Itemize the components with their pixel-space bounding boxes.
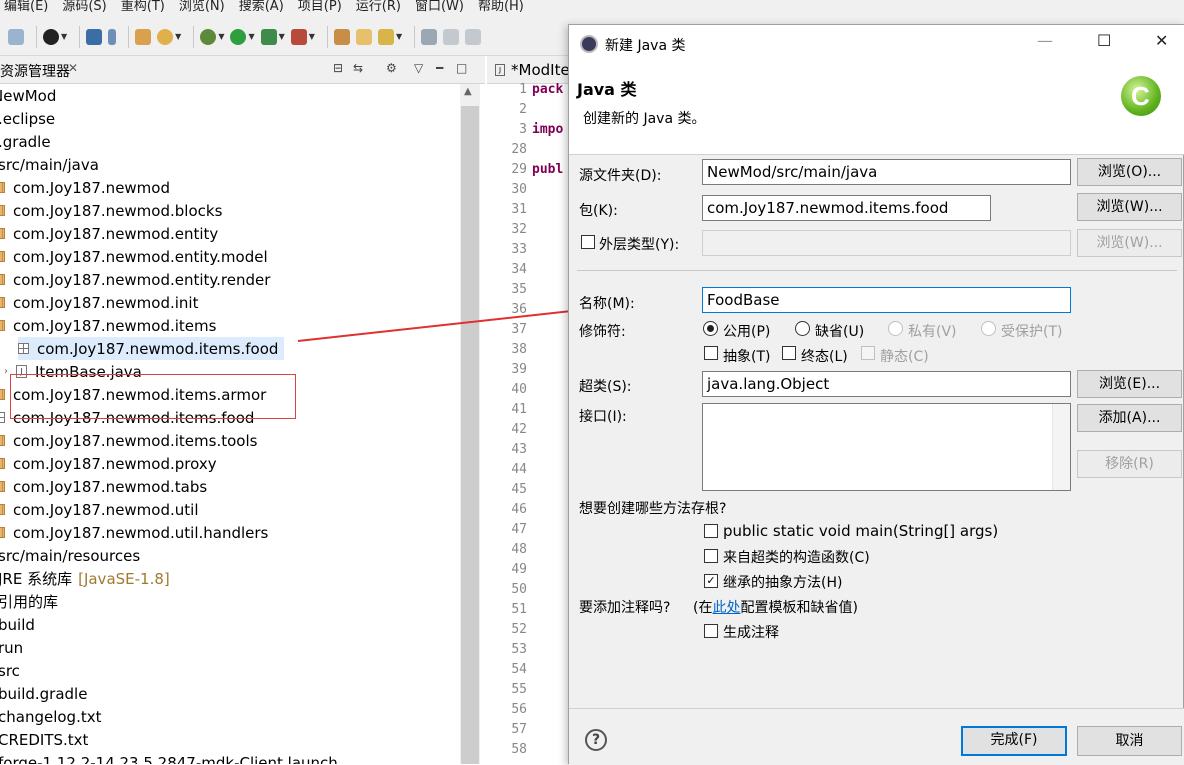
constructors-label: 来自超类的构造函数(C) xyxy=(723,550,870,566)
cancel-button[interactable]: 取消 xyxy=(1077,726,1182,756)
comments-hint-post: 配置模板和缺省值) xyxy=(740,600,858,616)
generate-comments-checkbox[interactable] xyxy=(704,624,718,638)
enclosing-type-input[interactable] xyxy=(702,230,1071,256)
browse-superclass-button[interactable]: 浏览(E)... xyxy=(1077,370,1182,398)
protected-label: 受保护(T) xyxy=(1001,324,1063,340)
inherited-methods-label: 继承的抽象方法(H) xyxy=(723,575,843,591)
stubs-question: 想要创建哪些方法存根? xyxy=(579,501,727,517)
public-radio[interactable] xyxy=(703,321,718,336)
dialog-button-bar: ? 完成(F) 取消 xyxy=(569,708,1184,765)
private-label: 私有(V) xyxy=(908,324,957,340)
source-folder-input[interactable]: NewMod/src/main/java xyxy=(702,159,1071,185)
add-interface-button[interactable]: 添加(A)... xyxy=(1077,404,1182,432)
browse-package-button[interactable]: 浏览(W)... xyxy=(1077,193,1182,221)
comments-hint: (在此处配置模板和缺省值) xyxy=(693,597,858,617)
banner-description: 创建新的 Java 类。 xyxy=(583,111,706,127)
abstract-checkbox[interactable] xyxy=(704,346,718,360)
enclosing-type-label: 外层类型(Y): xyxy=(599,237,680,253)
final-checkbox[interactable] xyxy=(782,346,796,360)
package-input[interactable]: com.Joy187.newmod.items.food xyxy=(702,195,991,221)
new-java-class-dialog: 新建 Java 类 — ☐ ✕ Java 类 创建新的 Java 类。 C 源文… xyxy=(568,24,1184,765)
interfaces-list[interactable] xyxy=(702,403,1071,491)
comments-question: 要添加注释吗? xyxy=(579,600,671,616)
dialog-title: 新建 Java 类 xyxy=(605,38,686,54)
default-radio[interactable] xyxy=(795,321,810,336)
eclipse-icon xyxy=(580,35,598,53)
abstract-label: 抽象(T) xyxy=(723,349,771,365)
main-method-checkbox[interactable] xyxy=(704,524,718,538)
interfaces-scrollbar[interactable] xyxy=(1052,404,1070,490)
default-label: 缺省(U) xyxy=(815,324,865,340)
configure-templates-link[interactable]: 此处 xyxy=(712,600,740,616)
dialog-banner: Java 类 创建新的 Java 类。 C xyxy=(569,63,1184,155)
java-class-wizard-icon: C xyxy=(1121,76,1161,116)
dialog-titlebar: 新建 Java 类 — ☐ ✕ xyxy=(569,25,1184,63)
generate-comments-label: 生成注释 xyxy=(723,625,779,641)
browse-source-folder-button[interactable]: 浏览(O)... xyxy=(1077,158,1182,186)
help-icon[interactable]: ? xyxy=(585,729,607,751)
class-name-input[interactable]: FoodBase xyxy=(702,287,1071,313)
remove-interface-button[interactable]: 移除(R) xyxy=(1077,450,1182,478)
close-icon[interactable]: ✕ xyxy=(1155,31,1168,50)
public-label: 公用(P) xyxy=(723,324,771,340)
source-folder-label: 源文件夹(D): xyxy=(579,168,662,184)
static-label: 静态(C) xyxy=(880,349,929,365)
superclass-input[interactable]: java.lang.Object xyxy=(702,371,1071,397)
constructors-checkbox[interactable] xyxy=(704,549,718,563)
separator xyxy=(577,270,1177,271)
final-label: 终态(L) xyxy=(801,349,848,365)
package-label: 包(K): xyxy=(579,203,618,219)
protected-radio[interactable] xyxy=(981,321,996,336)
interfaces-label: 接口(I): xyxy=(579,409,627,425)
banner-title: Java 类 xyxy=(577,80,637,99)
superclass-label: 超类(S): xyxy=(579,379,632,395)
comments-hint-pre: (在 xyxy=(693,600,713,616)
main-method-label: public static void main(String[] args) xyxy=(723,522,999,540)
enclosing-type-checkbox[interactable] xyxy=(581,235,595,249)
name-label: 名称(M): xyxy=(579,296,635,312)
minimize-icon[interactable]: — xyxy=(1037,31,1053,50)
maximize-icon[interactable]: ☐ xyxy=(1097,31,1111,50)
static-checkbox[interactable] xyxy=(861,346,875,360)
modifiers-label: 修饰符: xyxy=(579,324,626,340)
private-radio[interactable] xyxy=(888,321,903,336)
inherited-methods-checkbox[interactable]: ✓ xyxy=(704,574,718,588)
finish-button[interactable]: 完成(F) xyxy=(961,726,1067,756)
browse-enclosing-button[interactable]: 浏览(W)... xyxy=(1077,229,1182,257)
